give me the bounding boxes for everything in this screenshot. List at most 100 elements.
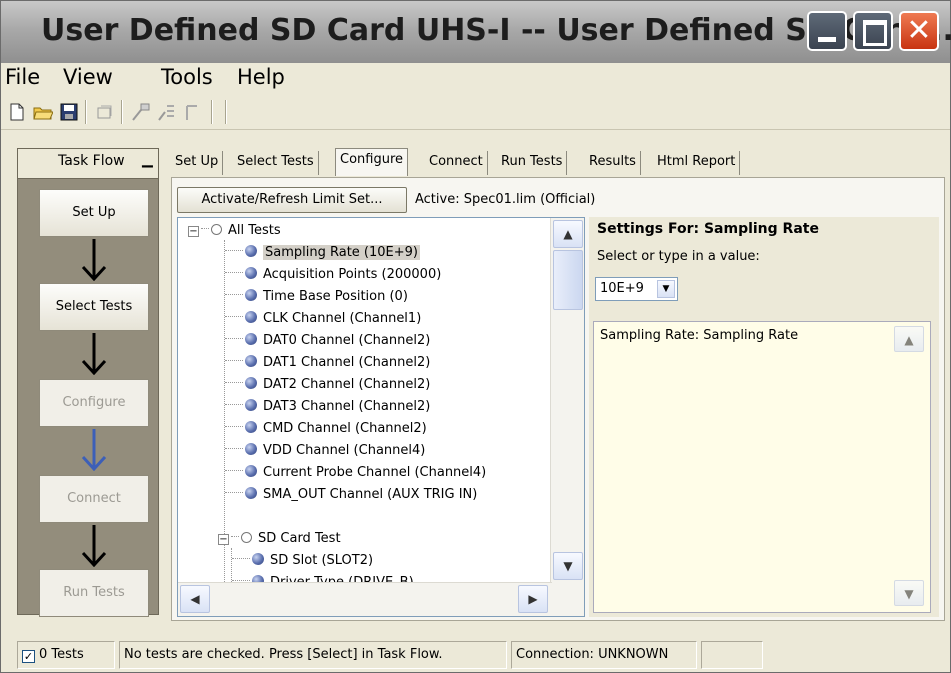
parameter-icon [245, 311, 257, 323]
task-flow-pane: Task Flow ▁ Set Up Select Tests Configur… [17, 148, 159, 617]
task-flow-header: Task Flow ▁ [18, 149, 158, 179]
tree-item[interactable]: CLK Channel (Channel1) [225, 308, 421, 330]
tree-item[interactable]: Current Probe Channel (Channel4) [225, 462, 486, 484]
tree-node-sd-card-test[interactable]: − SD Card Test [218, 528, 341, 550]
active-limit-label: Active: Spec01.lim (Official) [415, 192, 596, 207]
flow-arrow-icon [81, 333, 107, 375]
group-node-icon [211, 224, 222, 235]
scroll-up-icon[interactable]: ▲ [894, 326, 924, 352]
parameter-icon [245, 443, 257, 455]
scroll-down-icon[interactable]: ▼ [894, 580, 924, 606]
tab-results[interactable]: Results [585, 151, 641, 175]
tree-item[interactable]: SMA_OUT Channel (AUX TRIG IN) [225, 484, 477, 506]
tree-item[interactable]: Time Base Position (0) [225, 286, 408, 308]
close-button[interactable]: ✕ [899, 11, 939, 51]
tab-run-tests[interactable]: Run Tests [497, 151, 568, 175]
tab-connect[interactable]: Connect [425, 151, 488, 175]
scroll-right-icon[interactable]: ▶ [518, 585, 548, 613]
chevron-down-icon[interactable]: ▼ [657, 280, 675, 298]
tree-item[interactable]: Sampling Rate (10E+9) [225, 242, 420, 264]
menu-bar: File View Tools Help [1, 63, 950, 93]
test-tree: − All Tests Sampling Rate (10E+9) Acquisi… [177, 217, 585, 617]
tree-horizontal-scrollbar[interactable]: ◀ ▶ [178, 582, 552, 616]
menu-file[interactable]: File [5, 65, 40, 89]
description-scrollbar[interactable]: ▲ ▼ [890, 322, 930, 612]
tree-item[interactable]: Acquisition Points (200000) [225, 264, 441, 286]
parameter-icon [245, 465, 257, 477]
status-extra [701, 641, 763, 669]
pointer-icon[interactable] [183, 102, 203, 122]
toolbar-separator [225, 100, 227, 124]
parameter-icon [245, 377, 257, 389]
menu-tools[interactable]: Tools [161, 65, 213, 89]
parameter-icon [245, 245, 257, 257]
collapse-icon[interactable]: − [188, 226, 199, 237]
parameter-icon [245, 399, 257, 411]
flow-arrow-icon [81, 239, 107, 281]
toolbar [1, 94, 950, 130]
new-file-icon[interactable] [7, 102, 27, 122]
status-message: No tests are checked. Press [Select] in … [119, 641, 507, 669]
parameter-icon [245, 421, 257, 433]
step-run-tests[interactable]: Run Tests [39, 569, 149, 617]
tree-item[interactable]: DAT2 Channel (Channel2) [225, 374, 430, 396]
maximize-button[interactable] [853, 11, 893, 51]
tab-configure[interactable]: Configure [335, 148, 409, 176]
parameter-icon [245, 289, 257, 301]
menu-help[interactable]: Help [237, 65, 285, 89]
tree-item[interactable]: DAT0 Channel (Channel2) [225, 330, 430, 352]
description-box: Sampling Rate: Sampling Rate ▲ ▼ [593, 321, 931, 613]
scroll-up-icon[interactable]: ▲ [553, 220, 583, 248]
toolbar-separator [211, 100, 213, 124]
description-text: Sampling Rate: Sampling Rate [600, 328, 799, 343]
step-connect[interactable]: Connect [39, 475, 149, 523]
status-bar: ✓ 0 Tests No tests are checked. Press [Se… [11, 641, 942, 669]
tree-item[interactable]: CMD Channel (Channel2) [225, 418, 427, 440]
tree-node-all-tests[interactable]: − All Tests [188, 220, 281, 242]
checkbox-checked-icon[interactable]: ✓ [22, 650, 35, 663]
tab-select-tests[interactable]: Select Tests [233, 151, 319, 175]
tree-item[interactable]: DAT3 Channel (Channel2) [225, 396, 430, 418]
flow-arrow-icon [81, 525, 107, 567]
scroll-down-icon[interactable]: ▼ [553, 552, 583, 580]
scroll-thumb[interactable] [553, 250, 583, 310]
app-window: User Defined SD Card UHS-I -- User Defin… [0, 0, 951, 673]
flow-arrow-icon [81, 429, 107, 471]
collapse-icon[interactable]: − [218, 534, 229, 545]
toolbar-separator [85, 100, 87, 124]
status-tests: ✓ 0 Tests [17, 641, 115, 669]
settings-header: Settings For: Sampling Rate [597, 221, 819, 237]
parameter-icon [252, 553, 264, 565]
tab-html-report[interactable]: Html Report [653, 151, 741, 175]
toolbar-separator [121, 100, 123, 124]
task-flow-label: Task Flow [58, 153, 125, 169]
combobox-value: 10E+9 [600, 281, 644, 296]
run-icon[interactable] [95, 102, 115, 122]
tree-vertical-scrollbar[interactable]: ▲ ▼ [550, 218, 584, 616]
parameter-icon [245, 267, 257, 279]
activate-refresh-button[interactable]: Activate/Refresh Limit Set... [177, 187, 407, 213]
collapse-button[interactable]: ▁ [142, 153, 156, 171]
step-select-tests[interactable]: Select Tests [39, 283, 149, 331]
step-set-up[interactable]: Set Up [39, 189, 149, 237]
tree-item[interactable]: VDD Channel (Channel4) [225, 440, 425, 462]
parameter-icon [245, 487, 257, 499]
menu-view[interactable]: View [63, 65, 113, 89]
close-icon: ✕ [906, 13, 932, 48]
select-icon[interactable] [131, 102, 151, 122]
settings-pane: Settings For: Sampling Rate Select or ty… [589, 217, 939, 617]
open-folder-icon[interactable] [33, 102, 53, 122]
tree-item[interactable]: DAT1 Channel (Channel2) [225, 352, 430, 374]
step-configure[interactable]: Configure [39, 379, 149, 427]
scroll-left-icon[interactable]: ◀ [180, 585, 210, 613]
value-combobox[interactable]: 10E+9 ▼ [595, 277, 678, 301]
parameter-icon [245, 333, 257, 345]
status-connection: Connection: UNKNOWN [511, 641, 697, 669]
parameter-icon [245, 355, 257, 367]
title-bar[interactable]: User Defined SD Card UHS-I -- User Defin… [1, 1, 951, 63]
tab-set-up[interactable]: Set Up [171, 151, 224, 175]
list-icon[interactable] [157, 102, 177, 122]
tree-item[interactable]: SD Slot (SLOT2) [232, 550, 373, 572]
save-icon[interactable] [59, 102, 79, 122]
minimize-button[interactable] [807, 11, 847, 51]
